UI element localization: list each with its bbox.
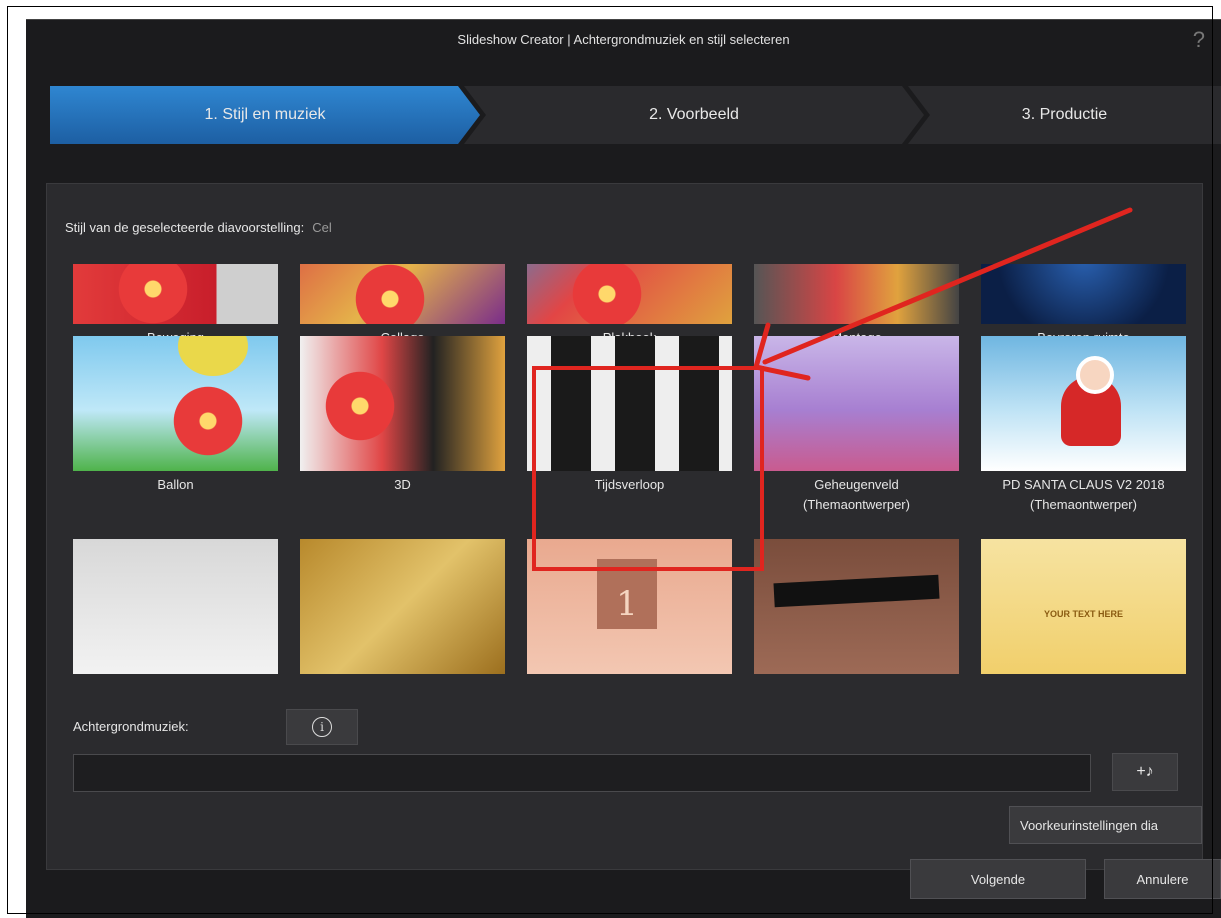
style-tile-label: Ballon (157, 477, 194, 492)
info-icon: i (312, 717, 332, 737)
flower-image (320, 366, 400, 446)
step-style-and-music[interactable]: 1. Stijl en muziek (50, 86, 480, 144)
selected-style-label: Stijl van de geselecteerde diavoorstelli… (65, 220, 332, 235)
style-tile-row3-5[interactable]: YOUR TEXT HERE (981, 539, 1186, 674)
style-tile-geheugenveld[interactable]: Geheugenveld (Themaontwerper) (754, 336, 959, 515)
style-tile-row3-2[interactable] (300, 539, 505, 674)
style-tile-ballon[interactable]: Ballon (73, 336, 278, 495)
app-window: Slideshow Creator | Achtergrondmuziek en… (26, 19, 1221, 918)
next-button[interactable]: Volgende (910, 859, 1086, 899)
flower-image (168, 381, 248, 461)
selection-highlight (532, 366, 764, 571)
style-thumbnail (300, 264, 505, 324)
style-tile-subtitle: (Themaontwerper) (1030, 497, 1137, 512)
wizard-steps: 1. Stijl en muziek 2. Voorbeeld 3. Produ… (50, 86, 1221, 144)
style-thumbnail (981, 336, 1186, 471)
balloon-image (178, 336, 248, 376)
style-tile-label: Geheugenveld (Themaontwerper) (754, 475, 959, 515)
background-music-field[interactable] (73, 754, 1091, 792)
style-tile-row3-4[interactable] (754, 539, 959, 674)
banner-image (773, 574, 940, 608)
style-tile-title: PD SANTA CLAUS V2 2018 (1002, 477, 1165, 492)
title-bar: Slideshow Creator | Achtergrondmuziek en… (26, 20, 1221, 60)
santa-head-image (1076, 356, 1114, 394)
style-tile-row3-1[interactable] (73, 539, 278, 674)
style-thumbnail (754, 336, 959, 471)
window-title: Slideshow Creator | Achtergrondmuziek en… (457, 32, 790, 47)
add-music-button[interactable]: +♪ (1112, 753, 1178, 791)
cancel-button[interactable]: Annulere (1104, 859, 1221, 899)
help-icon[interactable]: ? (1193, 26, 1205, 54)
selected-style-value: Cel (312, 220, 332, 235)
style-thumbnail (73, 539, 278, 674)
style-tile-title: Geheugenveld (814, 477, 899, 492)
step-preview[interactable]: 2. Voorbeeld (464, 86, 924, 144)
style-thumbnail (300, 336, 505, 471)
style-tile-3d[interactable]: 3D (300, 336, 505, 495)
style-thumbnail (300, 539, 505, 674)
thumbnail-text: YOUR TEXT HERE (1043, 609, 1123, 619)
style-tile-label: 3D (394, 477, 411, 492)
style-tile-subtitle: (Themaontwerper) (803, 497, 910, 512)
style-thumbnail (754, 539, 959, 674)
selected-style-caption: Stijl van de geselecteerde diavoorstelli… (65, 220, 305, 235)
style-tile-label: PD SANTA CLAUS V2 2018 (Themaontwerper) (981, 475, 1186, 515)
style-thumbnail (754, 264, 959, 324)
music-info-button[interactable]: i (286, 709, 358, 745)
flower-image (567, 264, 647, 324)
style-tile-pd-santa-claus[interactable]: PD SANTA CLAUS V2 2018 (Themaontwerper) (981, 336, 1186, 515)
style-thumbnail (527, 264, 732, 324)
style-thumbnail: YOUR TEXT HERE (981, 539, 1186, 674)
style-thumbnail (981, 264, 1186, 324)
preferences-button[interactable]: Voorkeurinstellingen dia (1009, 806, 1202, 844)
flower-image (350, 264, 430, 324)
flower-image (113, 264, 193, 324)
step-production[interactable]: 3. Productie (908, 86, 1221, 144)
style-thumbnail (73, 264, 278, 324)
style-panel: Stijl van de geselecteerde diavoorstelli… (46, 183, 1203, 870)
style-thumbnail (73, 336, 278, 471)
background-music-label: Achtergrondmuziek: (73, 719, 189, 734)
